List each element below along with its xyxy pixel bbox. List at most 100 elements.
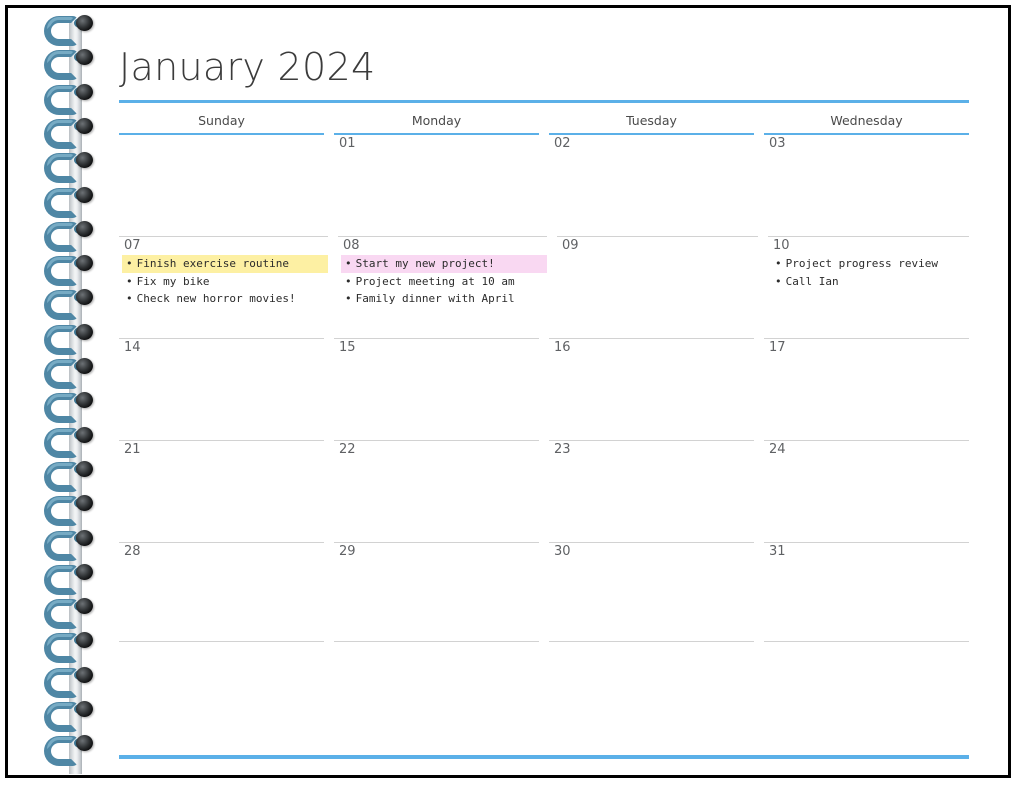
event-text: Fix my bike xyxy=(136,274,210,288)
calendar-day-cell[interactable]: 14 xyxy=(119,338,324,440)
event-item[interactable]: • Finish exercise routine xyxy=(122,255,328,273)
page-title: January 2024 xyxy=(119,45,376,89)
spiral-coil-highlight xyxy=(47,17,74,29)
calendar-day-cell[interactable]: 24 xyxy=(764,440,969,542)
spiral-coil-highlight xyxy=(47,634,74,647)
day-number: 01 xyxy=(339,136,356,151)
spiral-coil-highlight xyxy=(47,600,74,613)
spiral-punch-hole xyxy=(76,186,93,203)
bullet-icon: • xyxy=(775,257,782,270)
calendar-day-cell[interactable]: 02 xyxy=(549,135,754,236)
spiral-punch-hole xyxy=(76,426,93,443)
calendar-day-cell[interactable]: 23 xyxy=(549,440,754,542)
calendar-day-cell[interactable]: 29 xyxy=(334,542,539,642)
event-list: • Start my new project! • Project meeting a… xyxy=(341,255,547,308)
calendar-day-cell[interactable]: 09 xyxy=(557,236,758,338)
spiral-punch-hole xyxy=(76,117,93,134)
spiral-punch-hole xyxy=(76,460,93,477)
bullet-icon: • xyxy=(126,257,133,270)
event-item[interactable]: • Project meeting at 10 am xyxy=(341,273,547,291)
spiral-punch-hole xyxy=(76,735,93,752)
event-text: Check new horror movies! xyxy=(136,292,296,305)
event-item[interactable]: • Project progress review xyxy=(771,255,969,273)
spiral-coil-highlight xyxy=(47,222,74,235)
calendar-day-cell[interactable]: 07 • Finish exercise routine • Fix my bike • C… xyxy=(119,236,328,338)
calendar-page: January 2024 Sunday Monday Tuesday Wedne… xyxy=(0,0,1024,791)
calendar-day-cell[interactable]: 22 xyxy=(334,440,539,542)
spiral-punch-hole xyxy=(76,392,93,409)
spiral-punch-hole xyxy=(76,323,93,340)
spiral-punch-hole xyxy=(76,255,93,272)
spiral-punch-hole xyxy=(76,49,93,66)
spiral-coil xyxy=(38,494,104,530)
event-list: • Finish exercise routine • Fix my bike • Che… xyxy=(122,255,328,308)
calendar-day-cell[interactable]: 15 xyxy=(334,338,539,440)
spiral-punch-hole xyxy=(76,666,93,683)
bullet-icon: • xyxy=(126,292,133,305)
spiral-coil xyxy=(38,83,104,119)
event-item[interactable]: • Start my new project! xyxy=(341,255,547,273)
event-text: Project progress review xyxy=(785,257,938,270)
day-number: 15 xyxy=(339,340,356,355)
event-item[interactable]: • Family dinner with April xyxy=(341,290,547,308)
calendar-day-cell[interactable] xyxy=(119,135,324,236)
spiral-coil-highlight xyxy=(47,360,74,372)
spiral-coil xyxy=(38,666,104,702)
bullet-icon: • xyxy=(345,257,352,270)
day-number: 21 xyxy=(124,442,141,457)
event-text: Call Ian xyxy=(785,274,839,288)
spiral-coil xyxy=(38,563,104,599)
day-number: 07 xyxy=(124,238,141,253)
spiral-coil xyxy=(38,117,104,153)
calendar-day-cell[interactable]: 10 • Project progress review • Call Ian xyxy=(768,236,969,338)
weekday-header-sunday: Sunday xyxy=(119,103,324,135)
calendar-day-cell[interactable]: 31 xyxy=(764,542,969,642)
spiral-coil-highlight xyxy=(47,497,74,510)
spiral-coil xyxy=(38,734,104,770)
calendar-day-cell[interactable]: 21 xyxy=(119,440,324,542)
calendar-day-cell[interactable]: 17 xyxy=(764,338,969,440)
day-number: 30 xyxy=(554,544,571,559)
event-text: Project meeting at 10 am xyxy=(355,274,515,288)
spiral-coil-highlight xyxy=(47,119,74,132)
event-item[interactable]: • Call Ian xyxy=(771,273,969,291)
spiral-punch-hole xyxy=(76,358,93,374)
day-number: 14 xyxy=(124,340,141,355)
day-number: 24 xyxy=(769,442,786,457)
calendar-day-cell[interactable]: 16 xyxy=(549,338,754,440)
day-number: 17 xyxy=(769,340,786,355)
calendar-week-row: 14 15 16 17 xyxy=(119,338,969,440)
calendar-day-cell[interactable]: 01 xyxy=(334,135,539,236)
spiral-coil-highlight xyxy=(47,531,74,544)
day-number: 09 xyxy=(562,238,579,253)
spiral-coil xyxy=(38,220,104,256)
spiral-punch-hole xyxy=(76,289,93,306)
spiral-punch-hole xyxy=(76,563,93,580)
calendar-day-cell[interactable]: 30 xyxy=(549,542,754,642)
day-number: 02 xyxy=(554,136,571,151)
event-text: Finish exercise routine xyxy=(136,257,289,270)
spiral-coil-highlight xyxy=(47,462,74,475)
calendar-day-cell[interactable]: 28 xyxy=(119,542,324,642)
spiral-coil-highlight xyxy=(47,51,74,64)
spiral-coil-highlight xyxy=(47,257,74,270)
bullet-icon: • xyxy=(345,292,352,305)
event-item[interactable]: • Fix my bike xyxy=(122,273,328,291)
spiral-binding xyxy=(38,8,104,774)
bullet-icon: • xyxy=(345,274,352,288)
weekday-header-row: Sunday Monday Tuesday Wednesday xyxy=(119,103,969,135)
spiral-coil-highlight xyxy=(47,668,74,681)
calendar-day-cell[interactable]: 03 xyxy=(764,135,969,236)
day-number: 23 xyxy=(554,442,571,457)
calendar-day-cell[interactable]: 08 • Start my new project! • Project meeting… xyxy=(338,236,547,338)
spiral-punch-hole xyxy=(76,701,93,717)
calendar-weeks: 01 02 03 07 • Finish exercise routine • Fix my … xyxy=(119,135,969,642)
spiral-coil-highlight xyxy=(47,703,74,715)
spiral-coil xyxy=(38,357,104,393)
day-number: 22 xyxy=(339,442,356,457)
spiral-coil xyxy=(38,426,104,462)
day-number: 03 xyxy=(769,136,786,151)
spiral-coil xyxy=(38,631,104,667)
spiral-punch-hole xyxy=(76,220,93,237)
event-item[interactable]: • Check new horror movies! xyxy=(122,290,328,308)
